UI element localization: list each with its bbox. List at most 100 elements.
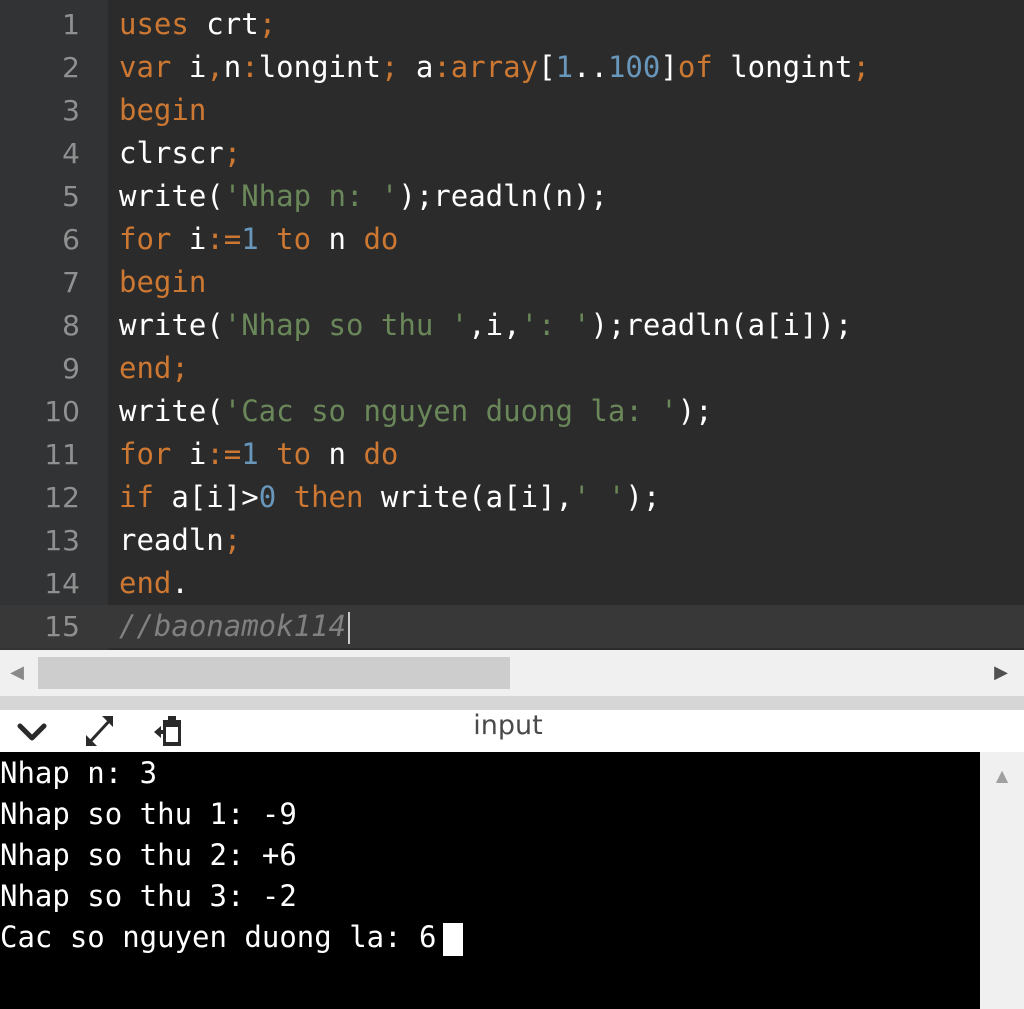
code-token: ;	[223, 136, 242, 170]
code-token: ' '	[572, 480, 626, 514]
scroll-right-arrow-icon[interactable]: ▶	[986, 658, 1016, 688]
panel-splitter[interactable]	[0, 696, 1024, 710]
panel-title: input	[473, 710, 543, 741]
code-text: var i,n:longint; a:array[1..100]of longi…	[119, 46, 870, 89]
code-line[interactable]: 15 //baonamok114	[0, 605, 1024, 648]
code-token: 'Nhap so thu '	[223, 308, 469, 342]
code-token: var	[119, 50, 172, 84]
code-line[interactable]: 2 var i,n:longint; a:array[1..100]of long…	[0, 46, 1024, 89]
code-line[interactable]: 11 for i:=1 to n do	[0, 433, 1024, 476]
code-token: ..	[573, 50, 608, 84]
code-token: 100	[607, 50, 661, 84]
code-token: n	[311, 222, 347, 256]
code-token: write(	[119, 308, 224, 342]
code-text: write('Cac so nguyen duong la: ');	[119, 390, 713, 433]
code-token: to	[258, 222, 312, 256]
code-token: to	[258, 437, 312, 471]
code-text: uses crt;	[119, 3, 276, 46]
code-token: :	[433, 50, 451, 84]
code-token: i	[171, 50, 207, 84]
console-line-text: Cac so nguyen duong la: 6	[0, 920, 437, 954]
code-line[interactable]: 1 uses crt;	[0, 3, 1024, 46]
console-line: Nhap so thu 1: -9	[0, 794, 297, 835]
code-token: i	[171, 222, 207, 256]
code-token: 1	[241, 222, 259, 256]
code-token: 'Nhap n: '	[223, 179, 399, 213]
line-number: 4	[62, 137, 80, 170]
scroll-up-arrow-icon[interactable]: ▲	[988, 762, 1016, 790]
console-line: Nhap so thu 3: -2	[0, 876, 297, 917]
line-number: 7	[62, 266, 80, 299]
code-token: 1	[555, 50, 574, 84]
console-line-text: Nhap so thu 1: -9	[0, 797, 297, 831]
code-token: );	[677, 394, 713, 428]
code-line[interactable]: 6 for i:=1 to n do	[0, 218, 1024, 261]
code-token: uses	[119, 7, 189, 41]
line-number: 15	[44, 610, 80, 643]
console-line-text: Nhap so thu 3: -2	[0, 879, 297, 913]
line-number: 14	[44, 567, 80, 600]
code-text: write('Nhap so thu ',i,': ');readln(a[i]…	[119, 304, 852, 347]
code-token: of	[677, 50, 713, 84]
code-token: write(a[i],	[363, 480, 573, 514]
code-line[interactable]: 13 readln;	[0, 519, 1024, 562]
code-line[interactable]: 12 if a[i]>0 then write(a[i],' ');	[0, 476, 1024, 519]
code-token: crt	[188, 7, 259, 41]
code-token: ,i,	[468, 308, 521, 342]
line-number: 9	[62, 352, 80, 385]
code-line[interactable]: 3 begin	[0, 89, 1024, 132]
code-line[interactable]: 14 end.	[0, 562, 1024, 605]
code-token: :=	[206, 222, 242, 256]
code-line[interactable]: 5 write('Nhap n: ');readln(n);	[0, 175, 1024, 218]
code-token: 1	[241, 437, 259, 471]
code-token: 0	[258, 480, 277, 514]
code-token: ': '	[520, 308, 591, 342]
vertical-scrollbar[interactable]: ▲	[980, 752, 1024, 1009]
console-line: Nhap so thu 2: +6	[0, 835, 297, 876]
code-text: for i:=1 to n do	[119, 218, 398, 261]
line-number: 1	[62, 8, 80, 41]
code-token: do	[346, 222, 399, 256]
code-token: then	[276, 480, 364, 514]
code-line[interactable]: 4 clrscr;	[0, 132, 1024, 175]
line-number: 12	[44, 481, 80, 514]
text-caret	[347, 612, 350, 644]
code-line[interactable]: 9 end;	[0, 347, 1024, 390]
code-token: ;	[223, 523, 242, 557]
code-editor[interactable]: 1 uses crt; 2 var i,n:longint; a:array[1..1…	[0, 0, 1024, 650]
code-token: end;	[119, 351, 189, 385]
code-token: begin	[119, 265, 207, 299]
code-text: begin	[119, 89, 206, 132]
code-token: write(	[119, 179, 224, 213]
code-line[interactable]: 7 begin	[0, 261, 1024, 304]
console-cursor	[442, 922, 463, 956]
line-number: 2	[62, 51, 80, 84]
code-token: :	[241, 50, 259, 84]
code-token: for	[119, 437, 172, 471]
code-text: write('Nhap n: ');readln(n);	[119, 175, 608, 218]
console-line: Cac so nguyen duong la: 6	[0, 917, 463, 958]
code-line[interactable]: 8 write('Nhap so thu ',i,': ');readln(a[i…	[0, 304, 1024, 347]
console-line-text: Nhap n: 3	[0, 756, 158, 790]
code-token: );readln(a[i]);	[590, 308, 853, 342]
code-token: longint	[712, 50, 853, 84]
code-line[interactable]: 10 write('Cac so nguyen duong la: ');	[0, 390, 1024, 433]
code-token: clrscr	[119, 136, 224, 170]
code-token: readln	[119, 523, 224, 557]
code-token: n	[223, 50, 242, 84]
code-token: );	[625, 480, 661, 514]
horizontal-scrollbar[interactable]: ◀ ▶	[0, 650, 1024, 696]
console-line: Nhap n: 3	[0, 753, 157, 794]
code-token: n	[311, 437, 347, 471]
line-number: 3	[62, 94, 80, 127]
scroll-left-arrow-icon[interactable]: ◀	[2, 658, 32, 688]
horizontal-scroll-thumb[interactable]	[38, 657, 510, 689]
code-token: ;	[258, 7, 277, 41]
code-token: [	[538, 50, 556, 84]
code-token: if	[119, 480, 154, 514]
console-output[interactable]: Nhap n: 3 Nhap so thu 1: -9 Nhap so thu 2:…	[0, 752, 980, 1009]
code-token: :=	[206, 437, 242, 471]
code-token: 'Cac so nguyen duong la: '	[223, 394, 678, 428]
console-line-text: Nhap so thu 2: +6	[0, 838, 297, 872]
input-panel-toolbar: input	[0, 710, 1024, 752]
